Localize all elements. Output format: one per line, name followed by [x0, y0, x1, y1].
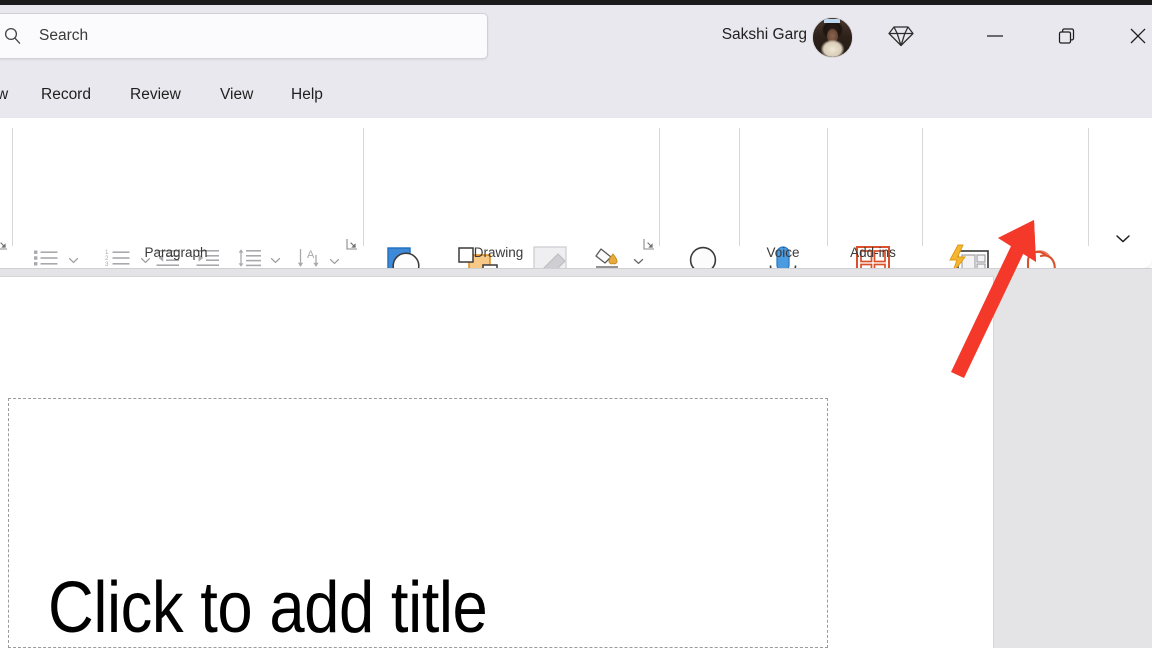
ribbon: 1 2 3	[0, 118, 1152, 268]
restore-button[interactable]	[1045, 16, 1087, 56]
svg-text:A: A	[307, 249, 315, 261]
account-name[interactable]: Sakshi Garg	[722, 26, 807, 44]
diamond-icon	[888, 24, 914, 48]
editing-button[interactable]: Editing	[662, 244, 736, 268]
bullet-list-icon	[31, 246, 61, 268]
group-divider	[363, 128, 364, 246]
shape-fill-button[interactable]	[594, 246, 644, 268]
dialog-launcher-icon[interactable]	[0, 236, 10, 252]
shapes-icon	[379, 244, 433, 268]
copilot-icon	[1019, 244, 1071, 268]
group-label-add-ins: Add-ins	[834, 245, 912, 260]
title-bar: Search Sakshi Garg	[0, 0, 1152, 72]
group-divider	[1088, 128, 1089, 246]
group-divider	[12, 128, 13, 246]
close-icon	[1126, 24, 1150, 48]
avatar[interactable]	[812, 17, 853, 58]
group-label-paragraph: Paragraph	[110, 245, 242, 260]
title-placeholder-text[interactable]: Click to add title	[48, 568, 487, 648]
minimize-icon	[983, 24, 1007, 48]
group-divider	[659, 128, 660, 246]
chevron-down-icon[interactable]	[68, 252, 79, 269]
close-button[interactable]	[1117, 16, 1152, 56]
shapes-button[interactable]: Shapes	[372, 244, 440, 268]
tab-review[interactable]: Review	[121, 79, 190, 111]
window-top-strip	[0, 0, 1152, 5]
tab-view-partial[interactable]: w	[0, 79, 17, 111]
group-label-voice: Voice	[748, 245, 818, 260]
search-icon	[3, 26, 23, 46]
magnifier-icon	[673, 244, 725, 268]
avatar-photo	[813, 18, 852, 57]
search-placeholder-text: Search	[39, 26, 88, 46]
tab-help[interactable]: Help	[282, 79, 332, 111]
chevron-down-icon[interactable]	[633, 253, 644, 269]
document-top-border	[0, 268, 1152, 269]
text-direction-button[interactable]: A	[296, 246, 340, 268]
svg-text:3: 3	[105, 261, 109, 268]
restore-icon	[1054, 24, 1078, 48]
chevron-down-icon	[1114, 232, 1132, 250]
powerpoint-window: Search Sakshi Garg	[0, 0, 1152, 648]
paragraph-dialog-launcher[interactable]	[344, 236, 360, 252]
search-input[interactable]: Search	[0, 13, 488, 59]
ribbon-tab-row: w Record Review View Help Record	[0, 72, 1152, 118]
drawing-dialog-launcher[interactable]	[641, 236, 657, 252]
designer-button[interactable]: Designer	[932, 244, 1008, 268]
ribbon-collapse-button[interactable]	[1108, 228, 1138, 254]
group-label-drawing: Drawing	[432, 245, 565, 260]
shape-fill-icon	[594, 246, 624, 268]
copilot-button[interactable]: Copilot	[1010, 244, 1080, 268]
group-divider	[739, 128, 740, 246]
tab-record[interactable]: Record	[32, 79, 100, 111]
bullets-button[interactable]	[31, 246, 79, 268]
tab-view[interactable]: View	[211, 79, 262, 111]
group-divider	[827, 128, 828, 246]
text-direction-icon: A	[296, 246, 324, 268]
group-divider	[922, 128, 923, 246]
line-spacing-button[interactable]	[236, 246, 281, 268]
designer-icon	[944, 244, 996, 268]
chevron-down-icon[interactable]	[329, 253, 340, 269]
chevron-down-icon[interactable]	[270, 252, 281, 269]
avatar-photo-highlight	[824, 19, 840, 23]
premium-diamond-button[interactable]	[880, 16, 922, 56]
minimize-button[interactable]	[974, 16, 1016, 56]
